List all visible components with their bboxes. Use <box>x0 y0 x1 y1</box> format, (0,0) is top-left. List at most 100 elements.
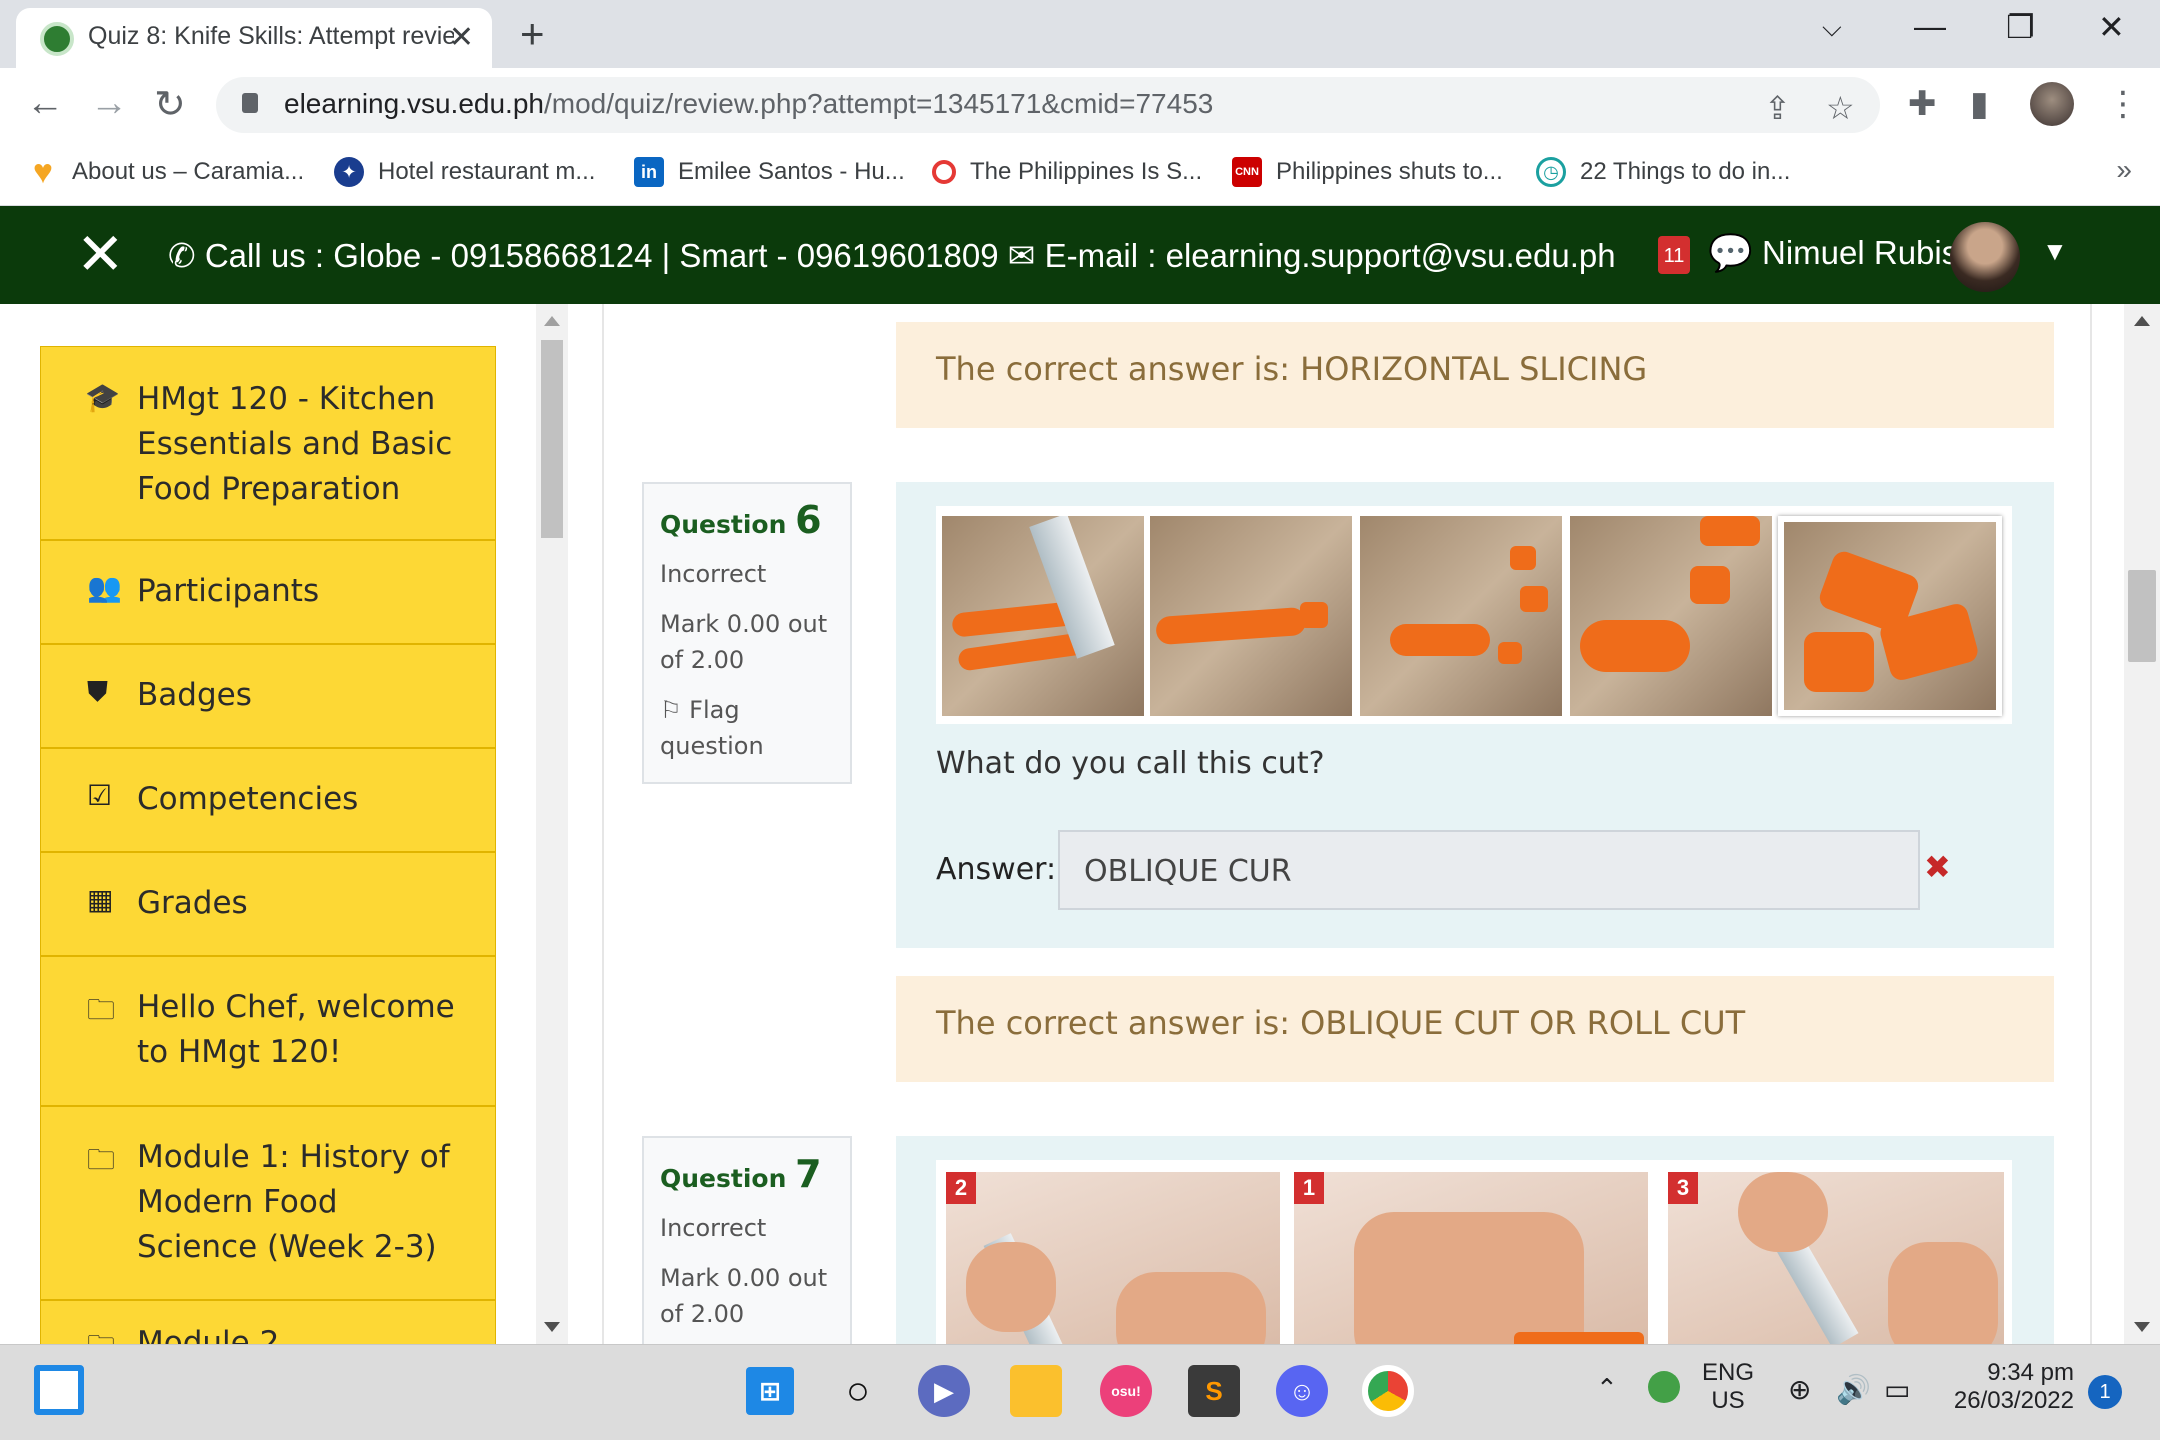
share-icon[interactable]: ⇪ <box>1764 89 1791 127</box>
question-grade: Mark 0.00 out of 2.00 <box>660 1264 828 1328</box>
site-favicon-icon <box>40 22 74 56</box>
main-divider <box>602 304 604 1344</box>
question-7-content: 2 1 3 <box>896 1136 2054 1344</box>
user-avatar[interactable] <box>1950 222 2020 292</box>
scroll-up-icon[interactable] <box>2134 316 2150 326</box>
drawer-scrollbar[interactable] <box>536 304 568 1344</box>
address-bar[interactable]: elearning.vsu.edu.ph/mod/quiz/review.php… <box>216 77 1880 133</box>
sidebar-item-participants[interactable]: 👥 Participants <box>41 541 495 645</box>
teams-chat-icon[interactable]: ▶ <box>918 1365 970 1417</box>
search-icon[interactable]: ○ <box>832 1365 884 1417</box>
sidebar-item-label: Participants <box>137 573 320 609</box>
heart-icon: ♥ <box>32 152 54 191</box>
forward-icon[interactable]: → <box>90 82 128 125</box>
volume-icon[interactable]: 🔊 <box>1836 1373 1871 1406</box>
start-icon[interactable]: ⊞ <box>746 1367 794 1415</box>
bookmark-label: Emilee Santos - Hu... <box>678 158 905 185</box>
hand-cut-image: 2 1 3 <box>936 1160 2012 1344</box>
step-number: 3 <box>1668 1172 1698 1204</box>
bookmark-item[interactable]: The Philippines Is S... <box>932 152 1202 192</box>
page-scrollbar[interactable] <box>2124 304 2160 1344</box>
back-icon[interactable]: ← <box>26 82 64 125</box>
bookmark-item[interactable]: CNN Philippines shuts to... <box>1232 152 1503 192</box>
photo-step-3: 3 <box>1668 1172 2004 1344</box>
show-hidden-icons[interactable]: ⌃ <box>1596 1373 1618 1404</box>
photo-step-1 <box>942 516 1144 716</box>
sublime-text-icon[interactable]: S <box>1188 1365 1240 1417</box>
sidebar-item-competencies[interactable]: ☑ Competencies <box>41 749 495 853</box>
chat-icon[interactable]: 💬 <box>1708 232 1753 274</box>
scroll-up-icon[interactable] <box>544 316 560 326</box>
photo-step-1: 1 <box>1294 1172 1648 1344</box>
flag-question-link[interactable]: ⚐ Flag question <box>660 692 834 764</box>
lock-icon <box>242 93 258 113</box>
bookmark-star-icon[interactable]: ☆ <box>1826 89 1855 127</box>
chrome-icon[interactable] <box>1362 1365 1414 1417</box>
answer-field[interactable]: OBLIQUE CUR <box>1058 830 1920 910</box>
course-nav-drawer: 🎓 HMgt 120 - Kitchen Essentials and Basi… <box>40 346 496 1344</box>
scroll-down-icon[interactable] <box>544 1322 560 1332</box>
minimize-button[interactable]: — <box>1914 8 1946 45</box>
clock[interactable]: 9:34 pm 26/03/2022 <box>1944 1359 2074 1415</box>
sidebar-item-welcome[interactable]: 🗀 Hello Chef, welcome to HMgt 120! <box>41 957 495 1107</box>
question-6-feedback: The correct answer is: OBLIQUE CUT OR RO… <box>896 976 2054 1082</box>
notification-badge[interactable]: 11 <box>1658 236 1690 274</box>
close-window-button[interactable]: ✕ <box>2098 8 2125 46</box>
network-icon[interactable]: ⊕ <box>1788 1373 1811 1406</box>
notification-count-badge[interactable]: 1 <box>2088 1375 2122 1409</box>
bookmark-item[interactable]: ◷ 22 Things to do in... <box>1536 152 1790 192</box>
profile-avatar[interactable] <box>2030 82 2074 126</box>
bookmark-item[interactable]: ♥ About us – Caramia... <box>28 152 304 192</box>
contact-text: Call us : Globe - 09158668124 | Smart - … <box>204 237 1616 274</box>
contact-info: ✆ Call us : Globe - 09158668124 | Smart … <box>168 236 1616 275</box>
reload-icon[interactable]: ↻ <box>154 82 186 127</box>
browser-tab[interactable]: Quiz 8: Knife Skills: Attempt revie ✕ <box>16 8 492 68</box>
sidebar-item-course[interactable]: 🎓 HMgt 120 - Kitchen Essentials and Basi… <box>41 347 495 541</box>
scrollbar-thumb[interactable] <box>541 340 563 538</box>
url-path: /mod/quiz/review.php?attempt=1345171&cmi… <box>543 88 1214 119</box>
bookmark-item[interactable]: ✦ Hotel restaurant m... <box>334 152 595 192</box>
bookmark-label: Hotel restaurant m... <box>378 158 596 185</box>
language-indicator[interactable]: ENG US <box>1702 1359 1754 1415</box>
extensions-icon[interactable]: ✚ <box>1908 84 1937 124</box>
clock-time: 9:34 pm <box>1987 1359 2074 1386</box>
flag-icon: ⚐ <box>660 696 690 724</box>
widgets-icon[interactable] <box>34 1365 84 1415</box>
language-code: ENG <box>1702 1359 1755 1386</box>
question-state: Incorrect <box>660 1214 767 1242</box>
compass-icon: ◷ <box>1536 157 1566 187</box>
bookmark-item[interactable]: in Emilee Santos - Hu... <box>634 152 905 192</box>
user-name[interactable]: Nimuel Rubis <box>1762 234 1958 272</box>
photo-step-3 <box>1360 516 1562 716</box>
menu-icon[interactable]: ⋮ <box>2106 84 2140 124</box>
scroll-down-icon[interactable] <box>2134 1322 2150 1332</box>
restore-button[interactable]: ❐ <box>2006 8 2035 46</box>
side-panel-icon[interactable]: ▮ <box>1970 84 1989 124</box>
sidebar-item-module-2[interactable]: 🗀 Module 2 <box>41 1301 495 1344</box>
chevron-down-icon[interactable]: ▼ <box>2042 236 2068 267</box>
checkbox-icon: ☑ <box>87 779 113 812</box>
new-tab-button[interactable]: + <box>520 10 545 58</box>
close-tab-icon[interactable]: ✕ <box>449 20 474 55</box>
site-header: ✕ ✆ Call us : Globe - 09158668124 | Smar… <box>0 206 2160 304</box>
osu-icon[interactable]: osu! <box>1100 1365 1152 1417</box>
discord-icon[interactable]: ☺ <box>1276 1365 1328 1417</box>
sidebar-item-label: Grades <box>137 885 248 921</box>
graduation-cap-icon: 🎓 <box>85 381 120 414</box>
tray-app-icon[interactable] <box>1648 1371 1680 1403</box>
more-bookmarks-button[interactable]: » <box>2116 154 2132 186</box>
file-explorer-icon[interactable] <box>1010 1365 1062 1417</box>
scrollbar-thumb[interactable] <box>2128 570 2156 662</box>
opera-icon <box>932 160 956 184</box>
sidebar-item-badges[interactable]: ⛊ Badges <box>41 645 495 749</box>
url-text: elearning.vsu.edu.ph/mod/quiz/review.php… <box>284 88 1213 120</box>
question-grade: Mark 0.00 out of 2.00 <box>660 610 828 674</box>
tab-search-icon[interactable]: ⌵ <box>1822 12 1842 44</box>
sidebar-item-module-1[interactable]: 🗀 Module 1: History of Modern Food Scien… <box>41 1107 495 1301</box>
sidebar-item-grades[interactable]: ▦ Grades <box>41 853 495 957</box>
battery-icon[interactable]: ▭ <box>1884 1373 1910 1406</box>
windows-taskbar: ⊞ ○ ▶ osu! S ☺ ⌃ ENG US ⊕ 🔊 ▭ 9:34 pm 26/0… <box>0 1344 2160 1440</box>
close-drawer-icon[interactable]: ✕ <box>76 226 125 284</box>
bookmark-label: About us – Caramia... <box>72 158 305 185</box>
bookmarks-bar: ♥ About us – Caramia... ✦ Hotel restaura… <box>0 140 2160 206</box>
